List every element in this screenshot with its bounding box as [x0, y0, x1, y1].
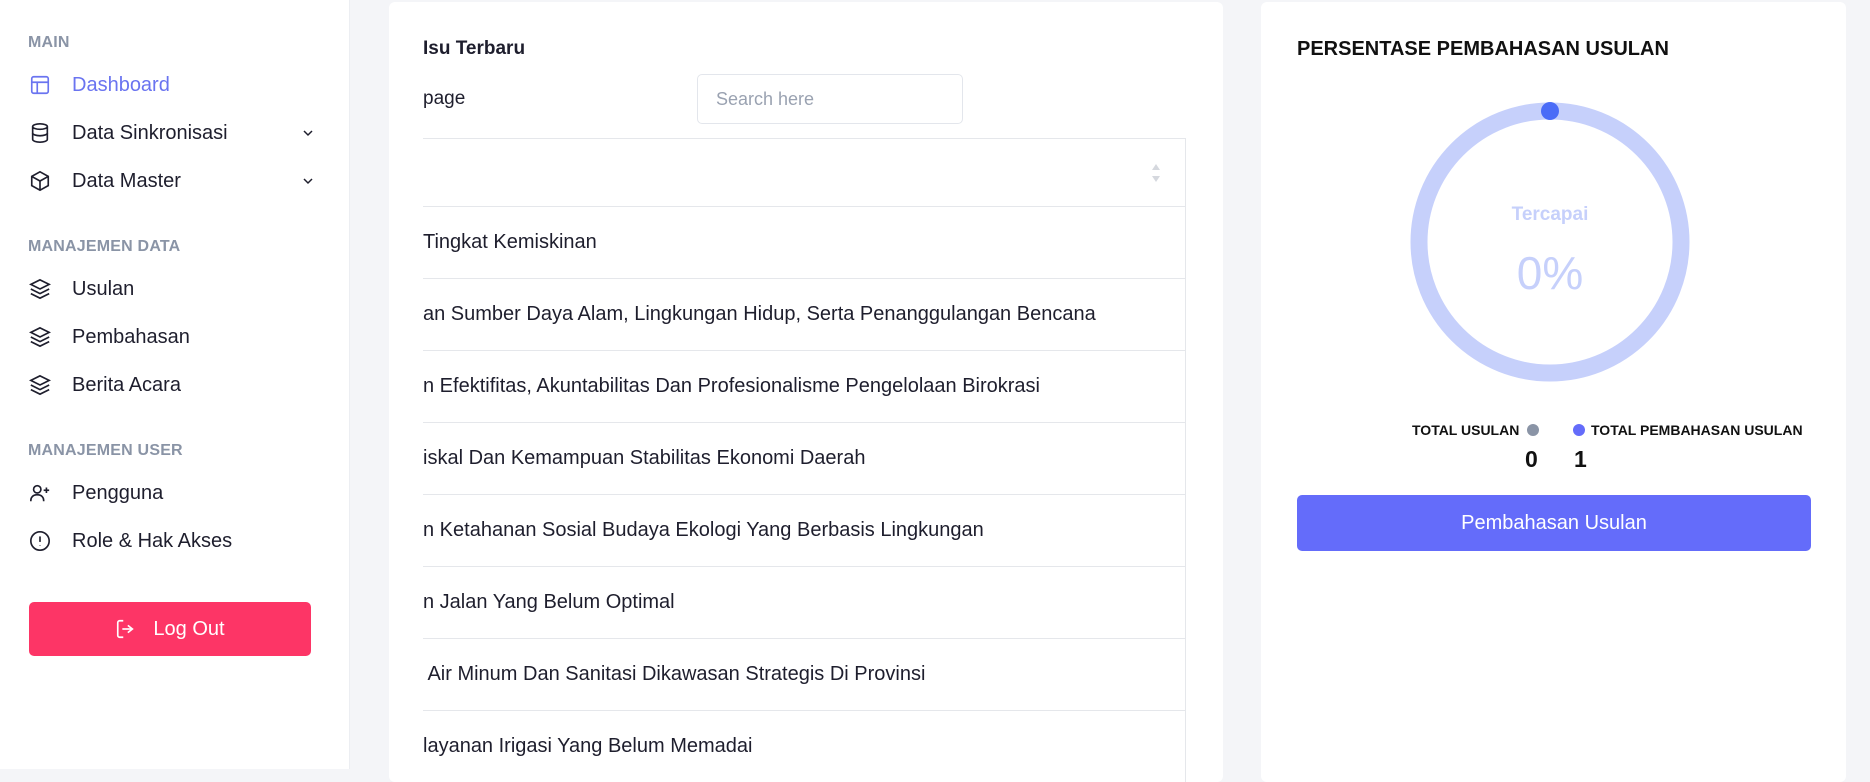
layers-icon: [28, 277, 52, 301]
chevron-down-icon[interactable]: [298, 123, 318, 143]
table-row[interactable]: iskal Dan Kemampuan Stabilitas Ekonomi D…: [423, 423, 1185, 495]
sidebar-item-label: Pengguna: [72, 481, 164, 504]
sidebar-item-label: Role & Hak Akses: [72, 529, 233, 552]
table-cell: n Efektifitas, Akuntabilitas Dan Profesi…: [423, 375, 1040, 397]
issues-title: Isu Terbaru: [423, 38, 526, 59]
sidebar-item-pengguna[interactable]: Pengguna: [28, 477, 318, 509]
table-header[interactable]: [423, 138, 1185, 207]
issues-table: Tingkat Kemiskinan an Sumber Daya Alam, …: [423, 138, 1186, 782]
table-row[interactable]: n Jalan Yang Belum Optimal: [423, 567, 1185, 639]
legend-label: TOTAL PEMBAHASAN USULAN: [1591, 422, 1803, 438]
table-cell: an Sumber Daya Alam, Lingkungan Hidup, S…: [423, 303, 1096, 325]
layers-icon: [28, 325, 52, 349]
table-row[interactable]: layanan Irigasi Yang Belum Memadai: [423, 711, 1185, 782]
sidebar-item-label: Usulan: [72, 277, 135, 300]
section-title-manajemen-user: MANAJEMEN USER: [28, 442, 183, 459]
sidebar-item-role-hak-akses[interactable]: Role & Hak Akses: [28, 525, 318, 557]
summary-title: PERSENTASE PEMBAHASAN USULAN: [1297, 38, 1669, 60]
table-row[interactable]: Air Minum Dan Sanitasi Dikawasan Strateg…: [423, 639, 1185, 711]
table-row[interactable]: n Efektifitas, Akuntabilitas Dan Profesi…: [423, 351, 1185, 423]
legend-dot: [1527, 424, 1540, 436]
sidebar-item-pembahasan[interactable]: Pembahasan: [28, 321, 318, 353]
summary-card: PERSENTASE PEMBAHASAN USULAN Tercapai 0%…: [1261, 2, 1846, 782]
sidebar: MAIN Dashboard Data Sinkronisasi Data Ma…: [0, 0, 350, 769]
table-row[interactable]: Tingkat Kemiskinan: [423, 207, 1185, 279]
table-cell: n Ketahanan Sosial Budaya Ekologi Yang B…: [423, 519, 984, 541]
progress-gauge: [1410, 102, 1690, 382]
table-cell: n Jalan Yang Belum Optimal: [423, 591, 675, 613]
table-cell: Air Minum Dan Sanitasi Dikawasan Strateg…: [423, 663, 926, 685]
sidebar-item-data-master[interactable]: Data Master: [28, 165, 318, 197]
legend-label: TOTAL USULAN: [1412, 422, 1520, 438]
layers-icon: [28, 373, 52, 397]
pembahasan-usulan-button[interactable]: Pembahasan Usulan: [1297, 495, 1811, 551]
sidebar-item-label: Data Master: [72, 169, 181, 192]
sidebar-item-label: Dashboard: [72, 73, 170, 96]
search-input[interactable]: [697, 74, 963, 124]
section-title-manajemen-data: MANAJEMEN DATA: [28, 238, 181, 255]
sort-icon[interactable]: [1151, 161, 1161, 185]
legend-dot: [1573, 424, 1585, 436]
table-row[interactable]: an Sumber Daya Alam, Lingkungan Hidup, S…: [423, 279, 1185, 351]
legend-total-usulan: TOTAL USULAN: [1412, 422, 1540, 438]
box-icon: [28, 169, 52, 193]
sidebar-item-berita-acara[interactable]: Berita Acara: [28, 369, 318, 401]
page-length-label: page: [423, 88, 466, 109]
table-cell: layanan Irigasi Yang Belum Memadai: [423, 735, 753, 757]
gauge-marker: [1541, 102, 1559, 120]
gauge-value: 0%: [1516, 247, 1584, 299]
sidebar-item-dashboard[interactable]: Dashboard: [28, 69, 318, 101]
sidebar-item-label: Berita Acara: [72, 373, 181, 396]
chevron-down-icon[interactable]: [298, 171, 318, 191]
logout-icon: [117, 619, 135, 639]
table-row[interactable]: n Ketahanan Sosial Budaya Ekologi Yang B…: [423, 495, 1185, 567]
issues-card: Isu Terbaru page Tingkat Kemiskinan an S…: [389, 2, 1223, 782]
legend-value-total-pembahasan: 1: [1574, 446, 1587, 472]
gauge-track: [1410, 102, 1690, 382]
section-title-main: MAIN: [28, 34, 70, 51]
sidebar-item-label: Pembahasan: [72, 325, 190, 348]
sidebar-item-label: Data Sinkronisasi: [72, 121, 228, 144]
alert-circle-icon: [28, 529, 52, 553]
layout-icon: [28, 73, 52, 97]
sidebar-item-data-sinkronisasi[interactable]: Data Sinkronisasi: [28, 117, 318, 149]
table-cell: iskal Dan Kemampuan Stabilitas Ekonomi D…: [423, 447, 866, 469]
database-icon: [28, 121, 52, 145]
legend-value-total-usulan: 0: [1525, 446, 1538, 472]
user-plus-icon: [28, 481, 52, 505]
sidebar-item-usulan[interactable]: Usulan: [28, 273, 318, 305]
gauge-label: Tercapai: [1511, 204, 1589, 225]
logout-label: Log Out: [153, 617, 225, 640]
legend-total-pembahasan: TOTAL PEMBAHASAN USULAN: [1573, 422, 1803, 438]
logout-button[interactable]: Log Out: [29, 602, 311, 656]
table-cell: Tingkat Kemiskinan: [423, 231, 597, 253]
